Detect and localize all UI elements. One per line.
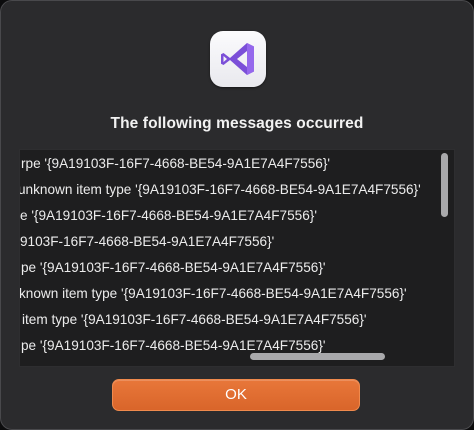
message-dialog: The following messages occurred rpe '{9A… xyxy=(0,0,474,430)
message-line: rpe '{9A19103F-16F7-4668-BE54-9A1E7A4F75… xyxy=(21,156,330,171)
message-line: pe '{9A19103F-16F7-4668-BE54-9A1E7A4F755… xyxy=(21,260,326,275)
message-line: known item type '{9A19103F-16F7-4668-BE5… xyxy=(19,286,407,301)
horizontal-scrollbar[interactable] xyxy=(250,353,385,360)
messages-list[interactable]: rpe '{9A19103F-16F7-4668-BE54-9A1E7A4F75… xyxy=(19,149,455,367)
message-line: item type '{9A19103F-16F7-4668-BE54-9A1E… xyxy=(22,312,367,327)
message-line: pe '{9A19103F-16F7-4668-BE54-9A1E7A4F755… xyxy=(21,338,326,353)
message-line: e '{9A19103F-16F7-4668-BE54-9A1E7A4F7556… xyxy=(20,208,317,223)
vertical-scrollbar[interactable] xyxy=(441,153,448,217)
dialog-title: The following messages occurred xyxy=(110,115,364,132)
message-line: 9103F-16F7-4668-BE54-9A1E7A4F7556}' xyxy=(20,234,275,249)
message-line: unknown item type '{9A19103F-16F7-4668-B… xyxy=(19,182,421,197)
visual-studio-icon xyxy=(210,31,266,87)
ok-button[interactable]: OK xyxy=(112,379,360,411)
